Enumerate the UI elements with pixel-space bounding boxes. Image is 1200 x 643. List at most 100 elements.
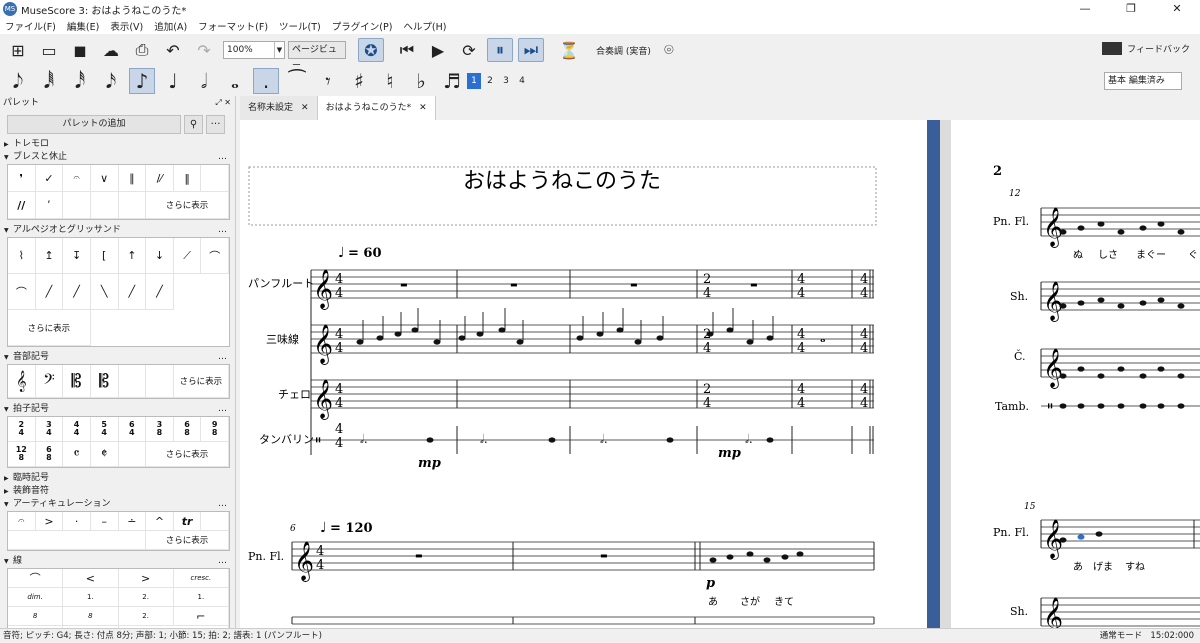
lyric[interactable]: まぐー — [1136, 249, 1166, 261]
more-icon[interactable]: … — [218, 151, 227, 164]
section-accidentals[interactable]: ▶ 臨時記号 — [0, 472, 235, 485]
lyric[interactable]: さが — [740, 595, 760, 608]
feedback-button[interactable]: フィードバック — [1102, 42, 1190, 55]
lyric[interactable]: ぐ — [1188, 250, 1198, 261]
time-6-8b-icon[interactable]: 68 — [35, 442, 64, 467]
volta-2-icon[interactable]: 2. — [118, 588, 174, 607]
note-input-icon[interactable]: 𝅘𝅥𝅮 — [5, 68, 31, 94]
instrument-name[interactable]: Pn. Fl. — [993, 215, 1029, 228]
section-breath[interactable]: ▼ ブレスと休止… — [0, 151, 235, 164]
cresc-line-icon[interactable]: cresc. — [173, 569, 229, 588]
alto-clef-icon[interactable]: 𝄡 — [63, 365, 91, 398]
search-icon[interactable]: ⚲ — [184, 114, 203, 134]
section-articulations[interactable]: ▼ アーティキュレーション… — [0, 498, 235, 511]
save-icon[interactable]: ◼ — [67, 38, 93, 62]
instrument-name[interactable]: Pn. Fl. — [993, 526, 1029, 539]
ottava-8vb-icon[interactable]: 8 — [63, 607, 119, 626]
dynamic-mp[interactable]: mp — [718, 446, 741, 461]
minimize-button[interactable]: — — [1062, 0, 1108, 18]
lyric[interactable]: しさ — [1098, 249, 1118, 261]
rewind-icon[interactable]: ⏮ — [394, 38, 420, 62]
lyric[interactable]: ぬ — [1073, 249, 1083, 261]
menu-tools[interactable]: ツール(T) — [279, 19, 321, 33]
more-icon[interactable]: … — [218, 351, 227, 364]
maximize-button[interactable]: ❐ — [1108, 0, 1154, 18]
lyric[interactable]: げま — [1093, 561, 1113, 573]
section-clefs[interactable]: ▼ 音部記号… — [0, 351, 235, 364]
flat-icon[interactable]: ♭ — [408, 68, 434, 94]
quarter-note-icon[interactable]: ♩ — [160, 68, 186, 94]
trill-icon[interactable]: tr — [173, 512, 202, 531]
eighth-note-icon[interactable]: ♪ — [129, 68, 155, 94]
section-arpeggio[interactable]: ▼ アルペジオとグリッサンド… — [0, 224, 235, 237]
volta-2b-icon[interactable]: 2. — [118, 607, 174, 626]
augmentation-dot-icon[interactable]: . — [253, 68, 279, 94]
instrument-name[interactable]: Sh. — [1010, 605, 1028, 618]
panel-close-icon[interactable]: ⤢ ✕ — [215, 96, 231, 110]
redo-icon[interactable]: ↷ — [191, 38, 217, 62]
section-time-signatures[interactable]: ▼ 拍子記号… — [0, 403, 235, 416]
plop-icon[interactable]: ╱ — [118, 274, 147, 310]
time-4-4-icon[interactable]: 44 — [63, 417, 91, 442]
score-title[interactable]: おはようねこのうた — [463, 169, 661, 194]
menu-help[interactable]: ヘルプ(H) — [403, 19, 446, 33]
volta-open-icon[interactable]: ⌐ — [173, 607, 229, 626]
tick-breath-icon[interactable]: ✓ — [35, 165, 64, 192]
loop-out-icon[interactable]: ⏭ — [518, 38, 544, 62]
thirtysecond-note-icon[interactable]: 𝅘𝅥𝅰 — [67, 68, 93, 94]
glissando-icon[interactable]: ⟋ — [173, 238, 202, 274]
tenuto-icon[interactable]: – — [90, 512, 119, 531]
sixteenth-note-icon[interactable]: 𝅘𝅥𝅯 — [98, 68, 124, 94]
fermata-icon[interactable]: 𝄐 — [63, 165, 91, 192]
volta-1b-icon[interactable]: 1. — [173, 588, 229, 607]
tenor-clef-icon[interactable]: 𝄡 — [90, 365, 119, 398]
instrument-name[interactable]: Sh. — [1010, 290, 1028, 303]
tab-untitled[interactable]: 名称未設定 ✕ — [240, 96, 318, 120]
play-icon[interactable]: ▶ — [425, 38, 451, 62]
time-12-8-icon[interactable]: 12 8 — [8, 442, 36, 467]
time-5-4-icon[interactable]: 54 — [90, 417, 119, 442]
crescendo-hairpin-icon[interactable]: < — [63, 569, 119, 588]
score-canvas[interactable]: おはようねこのうた ♩ = 60 パンフルート 三味線 チェロ タンバリン 𝄞 4… — [240, 120, 1200, 628]
time-3-8-icon[interactable]: 38 — [146, 417, 174, 442]
menu-plugins[interactable]: プラグイン(P) — [332, 19, 393, 33]
portato-icon[interactable]: ∸ — [118, 512, 147, 531]
slide-out-icon[interactable]: ⌒ — [8, 274, 36, 310]
section-tremolo[interactable]: ▶ トレモロ — [0, 138, 235, 151]
more-icon[interactable]: … — [218, 403, 227, 416]
view-mode-select[interactable]: ページビュー — [288, 41, 346, 71]
workspace-select[interactable]: 基本 編集済み — [1104, 72, 1182, 90]
time-9-8-icon[interactable]: 98 — [201, 417, 229, 442]
upbow-breath-icon[interactable]: ∨ — [90, 165, 119, 192]
slide-line-icon[interactable]: ╱ — [35, 274, 64, 310]
instrument-name[interactable]: 三味線 — [266, 332, 299, 346]
scoop-icon[interactable]: ╱ — [146, 274, 174, 310]
close-icon[interactable]: ✕ — [419, 103, 427, 113]
instrument-name[interactable]: チェロ — [278, 388, 311, 401]
more-button[interactable]: さらに表示 — [146, 531, 229, 550]
sharp-icon[interactable]: ♯ — [346, 68, 372, 94]
loop-in-icon[interactable]: ⏸ — [487, 38, 513, 62]
tempo-marking[interactable]: = 120 — [330, 521, 373, 536]
instrument-name[interactable]: タンバリン — [259, 433, 314, 446]
time-3-4-icon[interactable]: 34 — [35, 417, 64, 442]
volta-1-icon[interactable]: 1. — [63, 588, 119, 607]
more-icon[interactable]: … — [218, 224, 227, 237]
whole-note-icon[interactable]: 𝅝 — [222, 68, 248, 94]
fermata-icon[interactable]: 𝄐 — [8, 512, 36, 531]
caesura-icon[interactable]: ∥ — [118, 165, 147, 192]
marcato-icon[interactable]: ^ — [146, 512, 174, 531]
up-arrow-icon[interactable]: ↑ — [118, 238, 147, 274]
score-page-1[interactable]: おはようねこのうた ♩ = 60 パンフルート 三味線 チェロ タンバリン 𝄞 4… — [240, 120, 927, 628]
note-input-mode-icon[interactable]: ✪ — [358, 38, 384, 62]
close-button[interactable]: ✕ — [1154, 0, 1200, 18]
slur-icon[interactable]: ⌒ — [8, 569, 64, 588]
voice-3-button[interactable]: 3 — [499, 73, 513, 89]
time-6-8-icon[interactable]: 68 — [173, 417, 202, 442]
menu-format[interactable]: フォーマット(F) — [198, 19, 268, 33]
zoom-select[interactable]: 100% ▼ — [223, 41, 285, 59]
instrument-name[interactable]: Tamb. — [995, 400, 1029, 413]
score-page-2[interactable]: 2 12 Pn. Fl. Sh. Č. Tamb. ぬ しさ まぐー ぐ 15 … — [951, 120, 1200, 628]
section-lines[interactable]: ▼ 線… — [0, 555, 235, 568]
half-note-icon[interactable]: 𝅗𝅥 — [191, 68, 217, 94]
